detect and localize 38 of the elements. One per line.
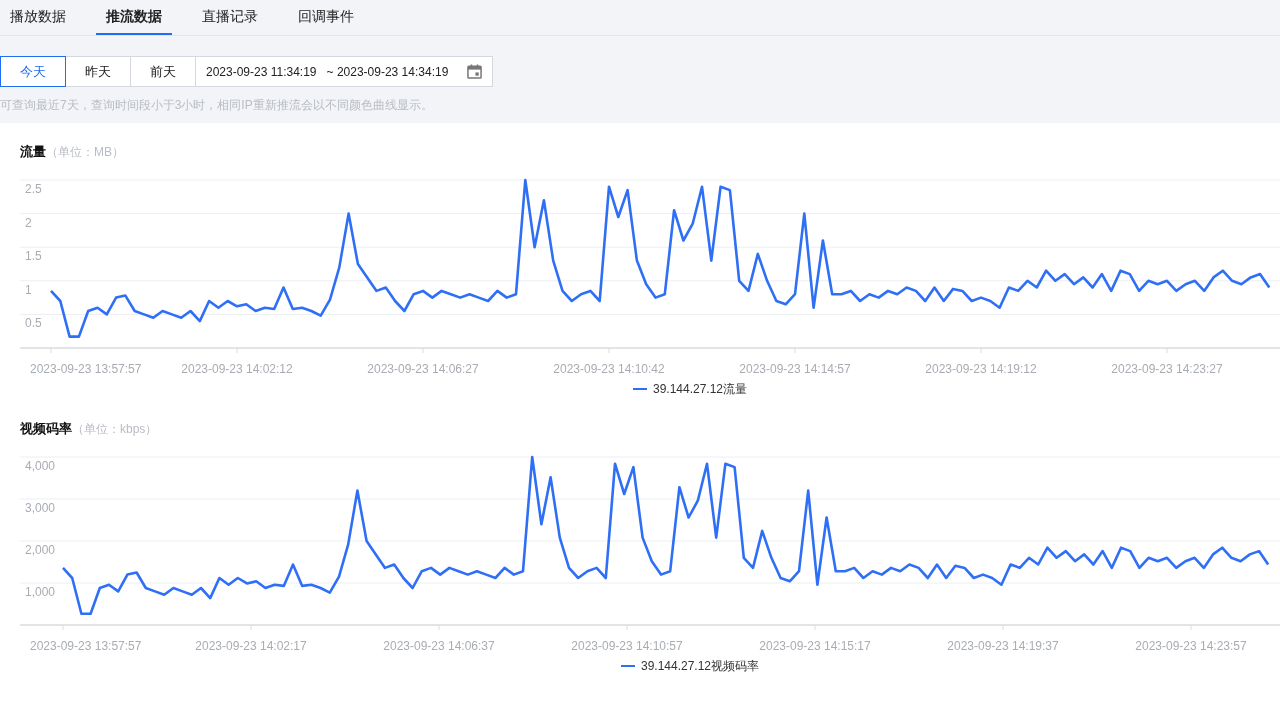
x-tick-label: 2023-09-23 14:19:37 [947,639,1059,653]
tab[interactable]: 播放数据 [0,0,76,35]
range-button[interactable]: 今天 [0,56,66,87]
chart-title: 视频码率 [20,420,72,438]
range-button[interactable]: 昨天 [65,56,131,87]
y-tick-label: 1 [25,282,32,297]
tab[interactable]: 回调事件 [288,0,364,35]
tab[interactable]: 直播记录 [192,0,268,35]
x-tick-label: 2023-09-23 14:15:17 [759,639,871,653]
y-tick-label: 3,000 [25,501,56,515]
x-tick-label: 2023-09-23 13:57:57 [30,362,142,376]
range-button[interactable]: 前天 [130,56,196,87]
y-tick-label: 1,000 [25,585,56,599]
x-tick-label: 2023-09-23 13:57:57 [30,639,142,653]
unit-label: （单位：MB） [46,144,124,161]
x-tick-label: 2023-09-23 14:10:42 [553,362,665,376]
x-tick-label: 2023-09-23 14:23:27 [1111,362,1223,376]
unit-label: （单位：kbps） [72,421,158,438]
y-tick-label: 0.5 [25,316,42,331]
tab[interactable]: 推流数据 [96,0,172,35]
x-tick-label: 2023-09-23 14:06:27 [367,362,479,376]
date-range-field[interactable]: 2023-09-23 11:34:19 ~ 2023-09-23 14:34:19 [195,56,493,87]
x-tick-label: 2023-09-23 14:06:37 [383,639,495,653]
x-tick-label: 2023-09-23 14:02:12 [181,362,293,376]
chart-title: 流量 [20,143,46,161]
y-tick-label: 1.5 [25,249,42,264]
x-tick-label: 2023-09-23 14:02:17 [195,639,307,653]
y-tick-label: 2.5 [25,182,42,196]
calendar-icon[interactable] [467,64,482,79]
y-tick-label: 2,000 [25,543,56,557]
y-tick-label: 2 [25,215,32,230]
x-tick-label: 2023-09-23 14:10:57 [571,639,683,653]
legend-label[interactable]: 39.144.27.12视频码率 [640,657,760,675]
x-tick-label: 2023-09-23 14:23:57 [1135,639,1247,653]
legend-label[interactable]: 39.144.27.12流量 [652,380,748,398]
y-tick-label: 4,000 [25,459,56,473]
x-tick-label: 2023-09-23 14:19:12 [925,362,1037,376]
x-tick-label: 2023-09-23 14:14:57 [739,362,851,376]
